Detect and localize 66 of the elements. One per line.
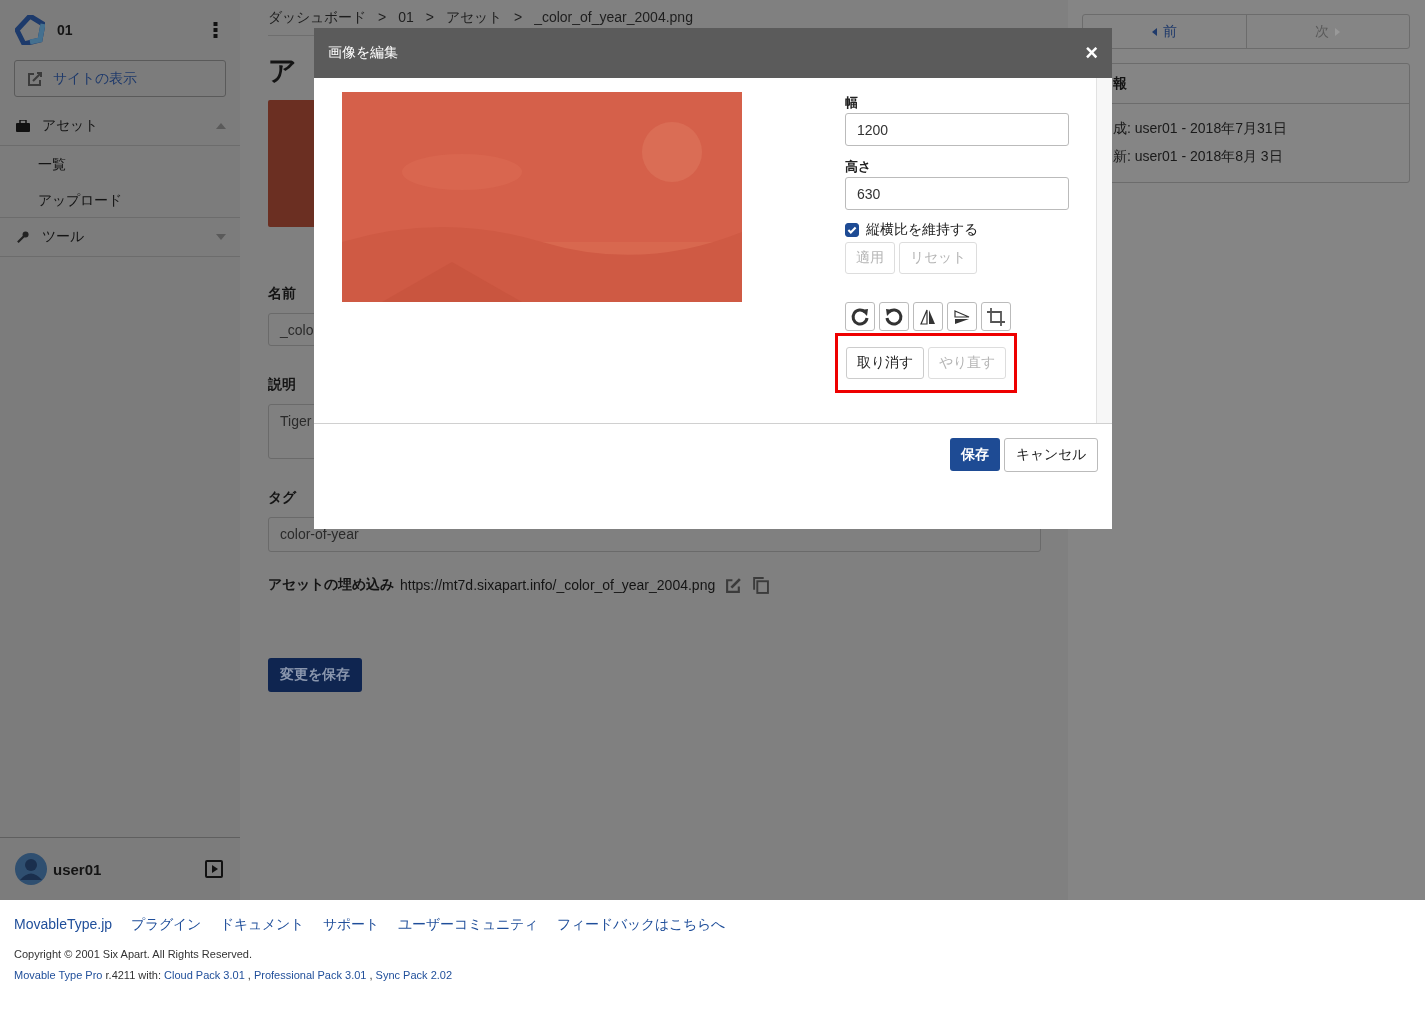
footer-link[interactable]: プラグイン bbox=[131, 916, 202, 934]
height-field[interactable]: 630 bbox=[845, 177, 1069, 210]
caret-up-icon bbox=[216, 123, 226, 129]
version-link[interactable]: Sync Pack 2.02 bbox=[375, 969, 453, 981]
play-icon[interactable] bbox=[205, 860, 223, 878]
flip-vertical-icon bbox=[952, 307, 972, 327]
user-name: user01 bbox=[53, 860, 102, 878]
checkbox[interactable] bbox=[845, 223, 859, 237]
checkbox-label: 縦横比を維持する bbox=[866, 221, 978, 239]
caret-down-icon bbox=[216, 234, 226, 240]
site-name: 01 bbox=[57, 22, 73, 38]
edit-icon[interactable] bbox=[725, 576, 743, 594]
menu-item[interactable]: アセット bbox=[0, 107, 240, 146]
flip-vertical-button[interactable] bbox=[947, 302, 977, 331]
breadcrumb-separator: > bbox=[513, 9, 523, 27]
version-link[interactable]: Professional Pack 3.01 bbox=[253, 969, 367, 981]
footer-link[interactable]: MovableType.jp bbox=[14, 916, 113, 934]
briefcase-icon bbox=[16, 120, 30, 132]
submenu-item[interactable]: 一覧 bbox=[0, 146, 240, 182]
save-button[interactable]: 保存 bbox=[950, 438, 1000, 471]
field-label: 説明 bbox=[268, 376, 297, 394]
breadcrumb-separator: > bbox=[378, 9, 387, 27]
crop-icon bbox=[986, 307, 1006, 327]
footer-link[interactable]: サポート bbox=[323, 916, 380, 934]
panel-title: 報 bbox=[1113, 74, 1127, 93]
save-changes-button[interactable]: 変更を保存 bbox=[268, 658, 362, 692]
breadcrumb-separator: > bbox=[425, 9, 434, 27]
footer-link[interactable]: ドキュメント bbox=[220, 916, 305, 934]
submenu-item[interactable]: アップロード bbox=[0, 182, 240, 218]
external-link-icon bbox=[27, 70, 43, 87]
copyright-text: Copyright © 2001 Six Apart. All Rights Reserved. bbox=[14, 948, 253, 960]
page-title: ア bbox=[268, 54, 298, 88]
breadcrumb-link[interactable]: アセット bbox=[445, 9, 502, 27]
field-label: 名前 bbox=[268, 285, 297, 303]
dialog-title: 画像を編集 bbox=[328, 44, 398, 62]
undo-button[interactable]: 取り消す bbox=[846, 347, 924, 379]
width-field[interactable]: 1200 bbox=[845, 113, 1069, 146]
version-link[interactable]: Cloud Pack 3.01 bbox=[164, 969, 245, 981]
cancel-button[interactable]: キャンセル bbox=[1004, 438, 1098, 472]
rotate-left-icon bbox=[884, 307, 904, 327]
flip-horizontal-button[interactable] bbox=[913, 302, 943, 331]
version-text: Movable Type Pro r.4211 with: Cloud Pack 3.01 , Professional Pack 3.01 , Sync Pack 2.02 bbox=[14, 969, 454, 981]
rotate-left-button[interactable] bbox=[879, 302, 909, 331]
caret-left-icon bbox=[1151, 27, 1157, 36]
footer-link[interactable]: フィードバックはこちらへ bbox=[557, 916, 726, 934]
breadcrumb-link[interactable]: ダッシュボード bbox=[268, 9, 366, 27]
field-label: タグ bbox=[268, 489, 298, 507]
crop-button[interactable] bbox=[981, 302, 1011, 331]
more-icon[interactable] bbox=[213, 22, 218, 38]
copy-icon[interactable] bbox=[752, 576, 770, 594]
footer-link[interactable]: ユーザーコミュニティ bbox=[398, 916, 539, 934]
wrench-icon bbox=[16, 231, 30, 243]
logo-icon bbox=[15, 15, 45, 45]
info-line: 新: user01 - 2018年8月 3日 bbox=[1113, 148, 1284, 166]
rotate-right-button[interactable] bbox=[845, 302, 875, 331]
avatar-icon bbox=[15, 853, 47, 885]
breadcrumb-current: _color_of_year_2004.png bbox=[534, 9, 693, 27]
field-label: 高さ bbox=[845, 158, 872, 176]
field-label: 幅 bbox=[845, 94, 859, 112]
breadcrumb-link[interactable]: 01 bbox=[398, 9, 414, 27]
embed-label: アセットの埋め込み bbox=[268, 576, 394, 594]
version-link[interactable]: Movable Type Pro bbox=[14, 969, 103, 981]
rotate-right-icon bbox=[850, 307, 870, 327]
info-line: 成: user01 - 2018年7月31日 bbox=[1113, 120, 1288, 138]
embed-url: https://mt7d.sixapart.info/_color_of_year_2004.png bbox=[400, 577, 716, 593]
flip-horizontal-icon bbox=[918, 307, 938, 327]
